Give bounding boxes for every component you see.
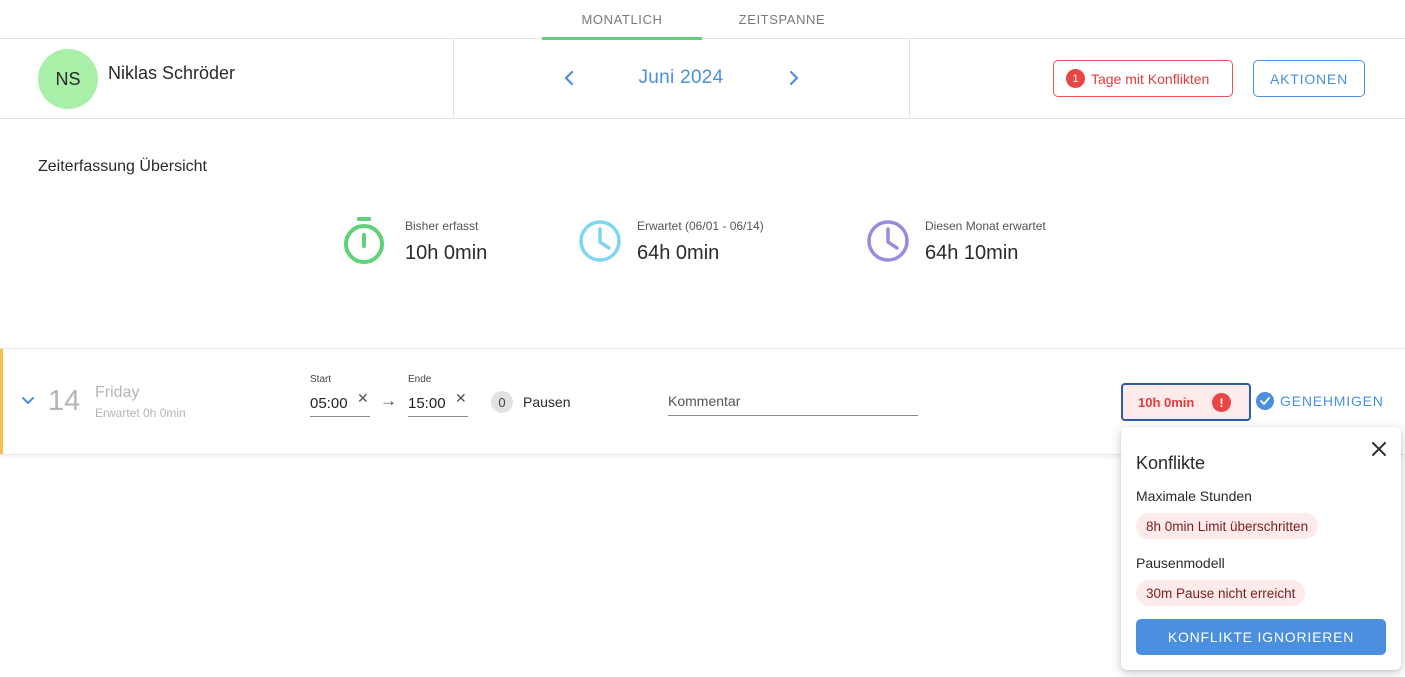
conflict-heading: Maximale Stunden [1136, 488, 1252, 504]
ignore-conflicts-button[interactable]: KONFLIKTE IGNORIEREN [1136, 619, 1386, 655]
tab-monthly[interactable]: MONATLICH [542, 0, 702, 40]
stat-value: 64h 10min [925, 242, 1019, 264]
clear-end-icon[interactable]: ✕ [455, 390, 467, 407]
comment-input[interactable]: Kommentar [668, 389, 918, 416]
chevron-right-icon [789, 70, 799, 86]
day-number: 14 [48, 385, 81, 417]
popover-title: Konflikte [1136, 453, 1206, 473]
pause-count-badge[interactable]: 0 [491, 391, 513, 413]
close-popover-button[interactable] [1369, 439, 1389, 459]
expand-day-button[interactable] [18, 391, 38, 411]
chevron-left-icon [564, 70, 574, 86]
day-expected-hours: Erwartet 0h 0min [95, 406, 186, 420]
stat-label: Erwartet (06/01 - 06/14) [637, 219, 764, 233]
arrow-right-icon: → [380, 391, 397, 410]
warning-icon: ! [1212, 393, 1231, 412]
conflict-days-label: Tage mit Konflikten [1091, 70, 1210, 87]
avatar: NS [38, 49, 98, 109]
header-bar: NS Niklas Schröder Juni 2024 1 Tage mit … [0, 39, 1405, 119]
stat-value: 64h 0min [637, 242, 720, 264]
clock-icon [867, 220, 909, 262]
day-total-conflict-button[interactable]: 10h 0min ! [1121, 383, 1251, 421]
current-month: Juni 2024 [638, 67, 724, 88]
close-icon [1372, 442, 1386, 456]
day-total-hours: 10h 0min [1138, 394, 1195, 410]
stat-value: 10h 0min [405, 242, 488, 264]
avatar-initials: NS [55, 68, 81, 89]
header-divider [909, 39, 910, 119]
approve-button[interactable]: GENEHMIGEN [1256, 389, 1384, 413]
clock-icon [579, 220, 621, 262]
conflict-days-button[interactable]: 1 Tage mit Konflikten [1053, 60, 1233, 97]
conflict-chip: 8h 0min Limit überschritten [1136, 513, 1319, 539]
tab-time-range[interactable]: ZEITSPANNE [702, 0, 862, 39]
conflict-count-badge: 1 [1066, 69, 1085, 88]
conflict-heading: Pausenmodell [1136, 555, 1225, 571]
clear-start-icon[interactable]: ✕ [357, 390, 369, 407]
end-time-label: Ende [408, 374, 432, 385]
stat-label: Bisher erfasst [405, 219, 479, 233]
stopwatch-icon [344, 217, 384, 264]
next-month-button[interactable] [783, 67, 805, 89]
conflicts-popover: Konflikte Maximale Stunden 8h 0min Limit… [1121, 427, 1401, 670]
view-tabs: MONATLICH ZEITSPANNE [0, 0, 1405, 40]
check-circle-icon [1256, 392, 1274, 410]
conflict-chip: 30m Pause nicht erreicht [1136, 580, 1306, 606]
approve-label: GENEHMIGEN [1280, 393, 1384, 409]
previous-month-button[interactable] [558, 67, 580, 89]
header-divider [453, 39, 454, 119]
day-weekday: Friday [95, 384, 140, 401]
chevron-down-icon [22, 397, 34, 404]
actions-button[interactable]: AKTIONEN [1253, 60, 1365, 97]
pauses-label[interactable]: Pausen [523, 394, 570, 410]
start-time-label: Start [310, 374, 332, 385]
stat-label: Diesen Monat erwartet [925, 219, 1046, 233]
user-name: Niklas Schröder [108, 63, 236, 83]
overview-title: Zeiterfassung Übersicht [38, 158, 207, 175]
